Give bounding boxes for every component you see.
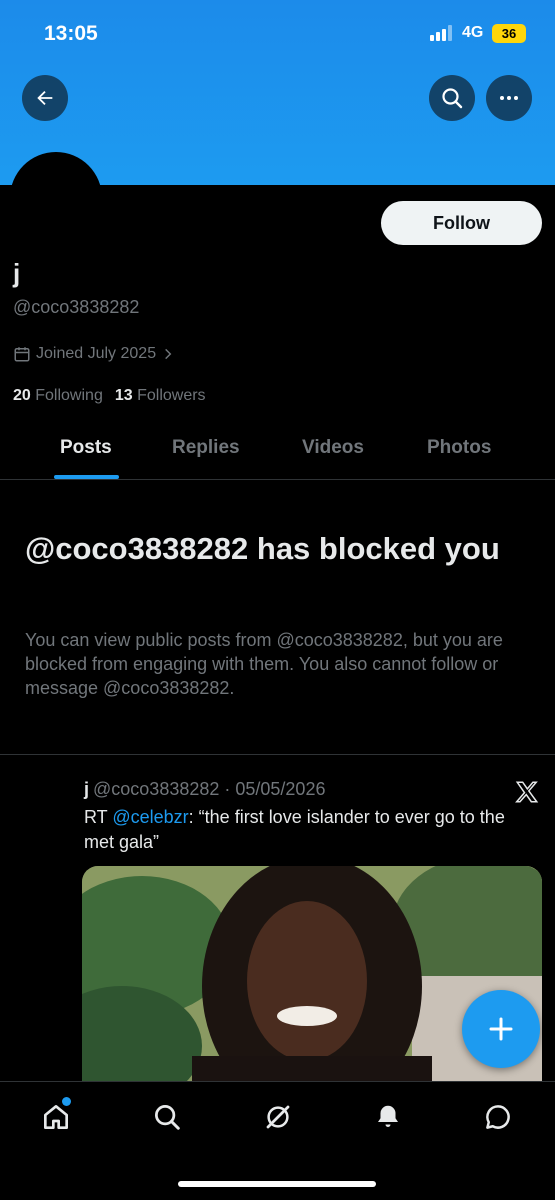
media-image — [82, 866, 542, 1096]
nav-search[interactable] — [149, 1099, 185, 1135]
signal-icon — [430, 25, 452, 41]
tab-posts[interactable]: Posts — [60, 437, 112, 459]
follow-stats: 20 Following 13 Followers — [13, 387, 206, 405]
grok-icon — [266, 1105, 290, 1129]
nav-notifications[interactable] — [370, 1099, 406, 1135]
tweet-header: j @coco3838282 · 05/05/2026 — [84, 779, 325, 800]
tweet-rt-prefix: RT — [84, 807, 113, 827]
battery-icon: 36 — [492, 24, 526, 43]
tweet-mention[interactable]: @celebzr — [112, 807, 188, 827]
joined-date[interactable]: Joined July 2025 — [13, 345, 175, 363]
x-logo-icon — [515, 781, 539, 803]
nav-grok[interactable] — [260, 1099, 296, 1135]
profile-handle: @coco3838282 — [13, 297, 140, 317]
following-link[interactable]: 20 Following — [13, 387, 103, 405]
blocked-description: You can view public posts from @coco3838… — [25, 630, 503, 698]
nav-messages[interactable] — [480, 1099, 516, 1135]
search-button[interactable] — [429, 75, 475, 121]
tweet-author-name[interactable]: j — [84, 779, 89, 799]
nav-home[interactable] — [38, 1097, 74, 1135]
tab-photos[interactable]: Photos — [427, 437, 491, 459]
following-label: Following — [35, 387, 103, 404]
bell-icon — [378, 1105, 398, 1127]
battery-level: 36 — [501, 26, 517, 41]
search-icon — [155, 1105, 180, 1130]
more-button[interactable] — [486, 75, 532, 121]
tweet-media-image[interactable] — [82, 866, 542, 1096]
following-count: 20 — [13, 387, 31, 404]
divider — [0, 754, 555, 755]
status-time: 13:05 — [44, 22, 98, 45]
active-tab-indicator — [54, 475, 119, 479]
home-indicator — [178, 1181, 376, 1187]
profile-tabs: Posts Replies Videos Photos — [0, 420, 555, 480]
followers-link[interactable]: 13 Followers — [115, 387, 206, 405]
status-bar: 13:05 4G 36 — [0, 0, 555, 70]
network-label: 4G — [462, 24, 484, 41]
blocked-title: @coco3838282 has blocked you — [25, 531, 500, 566]
chevron-right-icon — [165, 348, 172, 360]
back-button[interactable] — [22, 75, 68, 121]
followers-count: 13 — [114, 387, 133, 404]
display-name: j — [13, 258, 21, 288]
tweet-text: RT @celebzr: “the first love islander to… — [84, 805, 534, 855]
arrow-left-icon — [37, 90, 53, 106]
tweet-meta: @coco3838282 · 05/05/2026 — [93, 779, 326, 799]
more-horizontal-icon — [500, 96, 518, 100]
avatar[interactable] — [10, 152, 102, 244]
follow-button[interactable]: Follow — [381, 201, 542, 245]
followers-label: Followers — [137, 387, 206, 404]
joined-label: Joined July 2025 — [36, 345, 157, 362]
plus-icon — [489, 1017, 513, 1041]
tab-replies[interactable]: Replies — [172, 437, 240, 459]
search-icon — [442, 88, 463, 109]
messages-icon — [486, 1105, 510, 1129]
compose-button[interactable] — [462, 990, 540, 1068]
tab-videos[interactable]: Videos — [302, 437, 364, 459]
notification-dot — [62, 1097, 71, 1106]
calendar-icon — [14, 347, 30, 362]
